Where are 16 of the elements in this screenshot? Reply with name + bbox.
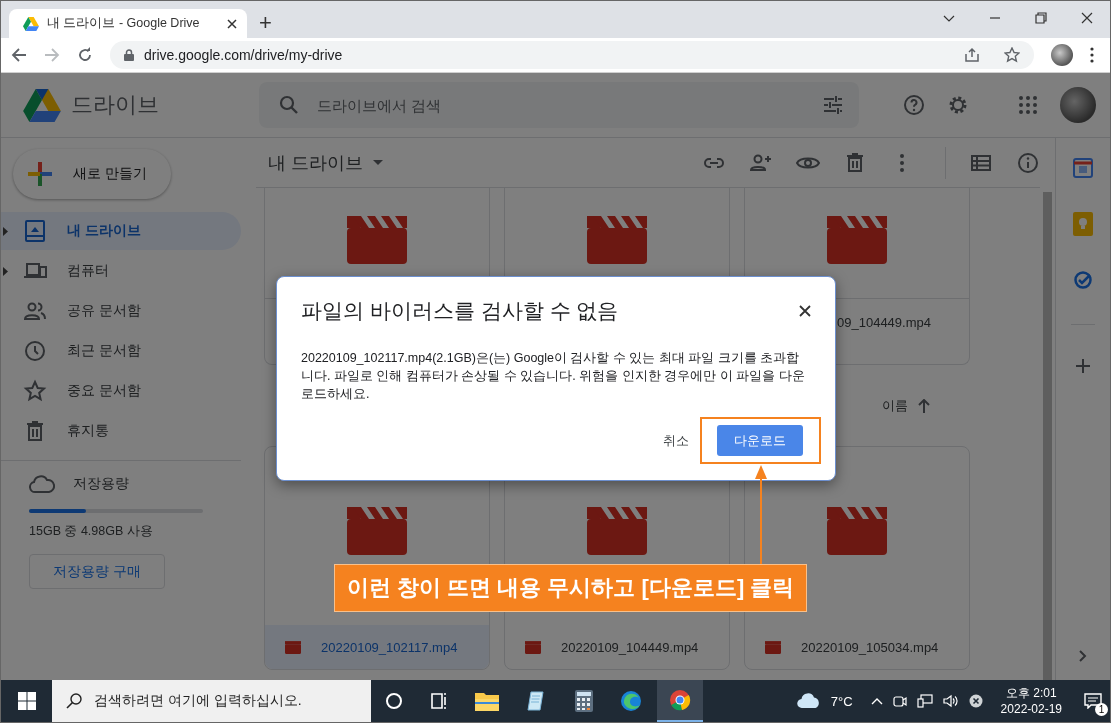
- file-name: 20220109_104449.mp4: [561, 639, 699, 655]
- file-name: 20220109_105034.mp4: [801, 639, 939, 655]
- notification-count: 1: [1095, 703, 1108, 716]
- storage-label: 저장용량: [73, 475, 129, 493]
- clock-time: 오후 2:01: [1005, 685, 1057, 701]
- search-placeholder: 검색하려면 여기에 입력하십시오.: [94, 692, 302, 710]
- callout-text: 이런 창이 뜨면 내용 무시하고 [다운로드] 클릭: [334, 564, 808, 612]
- tab-title: 내 드라이브 - Google Drive: [47, 15, 201, 32]
- clock-date: 2022-02-19: [1000, 701, 1062, 717]
- file-name: 09_104449.mp4: [837, 315, 931, 330]
- storage-usage: 15GB 중 4.98GB 사용: [29, 523, 154, 540]
- dialog-title: 파일의 바이러스를 검사할 수 없음: [301, 298, 619, 324]
- weather-temperature: 7°C: [830, 693, 853, 709]
- app-name: 드라이브: [71, 91, 159, 119]
- file-name: 20220109_102117.mp4: [321, 639, 458, 655]
- url-text: drive.google.com/drive/my-drive: [144, 47, 343, 63]
